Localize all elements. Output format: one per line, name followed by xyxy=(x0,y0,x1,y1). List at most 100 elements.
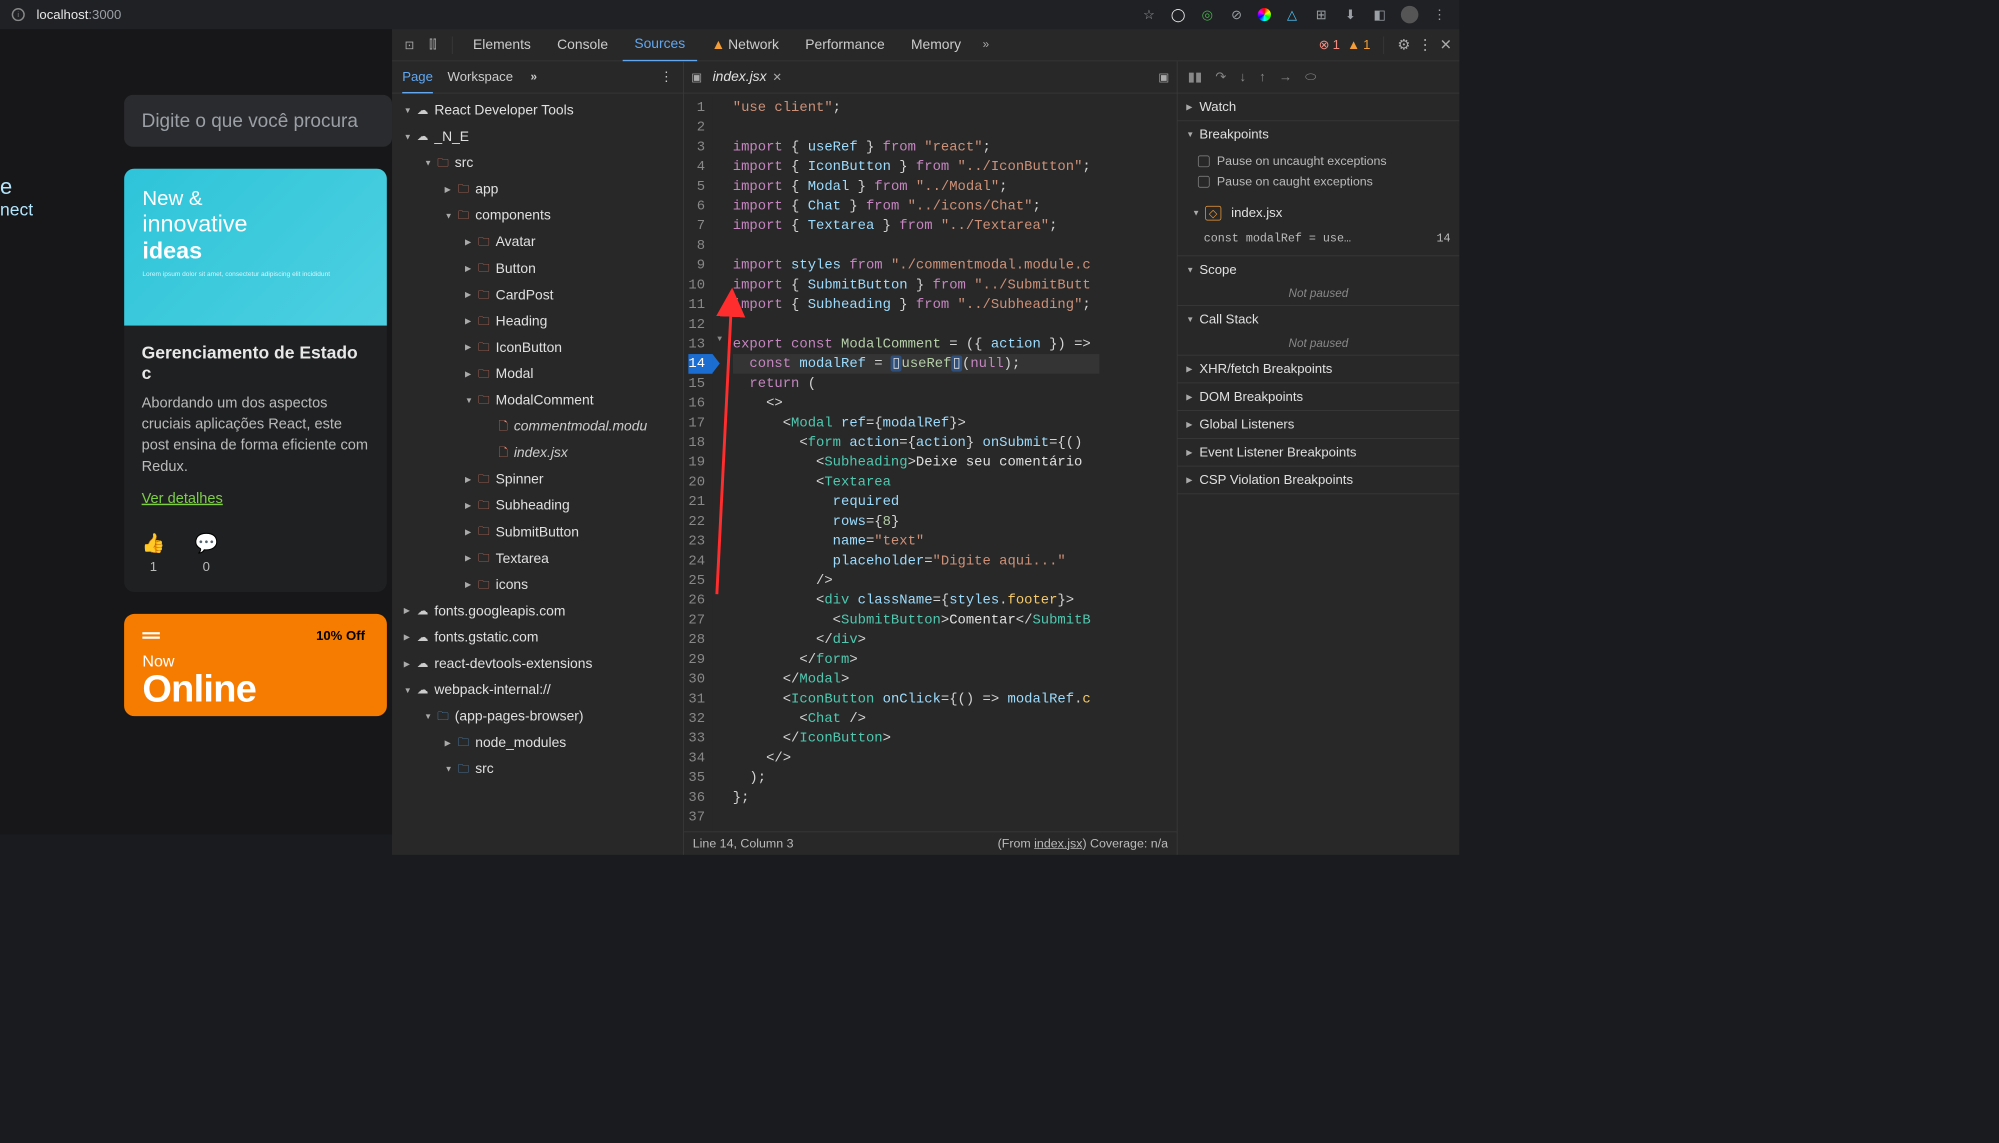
tree-item[interactable]: ▼🗀src xyxy=(392,757,683,783)
extension-icon[interactable] xyxy=(1258,8,1271,21)
extension-icon[interactable]: ◯ xyxy=(1170,7,1186,23)
tree-item[interactable]: ▼☁React Developer Tools xyxy=(392,98,683,124)
device-toggle-icon[interactable]: ⫿⫿ xyxy=(423,35,443,55)
tab-memory[interactable]: Memory xyxy=(899,30,972,61)
tree-item[interactable]: ▶🗀node_modules xyxy=(392,730,683,756)
toggle-nav-icon[interactable]: ▣ xyxy=(691,70,702,85)
tree-item[interactable]: ▶☁fonts.googleapis.com xyxy=(392,598,683,624)
tree-item[interactable]: ▶☁react-devtools-extensions xyxy=(392,651,683,677)
tree-item[interactable]: ▶🗀Textarea xyxy=(392,546,683,572)
nav-tab-workspace[interactable]: Workspace xyxy=(448,62,513,92)
toggle-debugger-icon[interactable]: ▣ xyxy=(1158,70,1169,85)
tree-item[interactable]: ▶🗀Avatar xyxy=(392,230,683,256)
tree-item-label: React Developer Tools xyxy=(434,98,573,124)
close-tab-icon[interactable]: ✕ xyxy=(772,70,782,85)
folder-outline-icon: 🗀 xyxy=(437,706,449,728)
section-dom-bp[interactable]: ▶DOM Breakpoints xyxy=(1177,383,1459,410)
tree-item[interactable]: ▶🗀Spinner xyxy=(392,467,683,493)
tree-item[interactable]: ▶🗀Button xyxy=(392,256,683,282)
post-card: New & innovativeideas Lorem ipsum dolor … xyxy=(124,169,387,592)
pause-uncaught-checkbox[interactable]: Pause on uncaught exceptions xyxy=(1198,151,1451,171)
folder-icon: 🗀 xyxy=(478,548,490,570)
tree-item[interactable]: 🗋commentmodal.modu xyxy=(392,414,683,440)
more-tabs-icon[interactable]: » xyxy=(976,35,996,55)
tree-item[interactable]: ▶🗀SubmitButton xyxy=(392,519,683,545)
comment-icon[interactable]: 💬 xyxy=(194,532,218,555)
line-gutter[interactable]: 1234567891011121314151617181920212223242… xyxy=(684,93,712,831)
warning-count[interactable]: ▲ 1 xyxy=(1347,37,1370,52)
fold-gutter[interactable]: ▼ xyxy=(712,93,727,831)
tree-item[interactable]: ▼🗀src xyxy=(392,151,683,177)
breakpoint-file-group[interactable]: ▼◇index.jsx xyxy=(1177,199,1459,226)
tree-item[interactable]: ▶🗀Heading xyxy=(392,309,683,335)
tree-item[interactable]: ▶🗀app xyxy=(392,177,683,203)
tree-item-label: webpack-internal:// xyxy=(434,677,550,703)
step-into-icon[interactable]: ↓ xyxy=(1239,69,1246,84)
tree-item[interactable]: ▼🗀components xyxy=(392,203,683,229)
section-xhr-bp[interactable]: ▶XHR/fetch Breakpoints xyxy=(1177,356,1459,383)
pause-icon[interactable]: ▮▮ xyxy=(1188,69,1202,84)
tree-item-label: node_modules xyxy=(475,730,566,756)
tree-item[interactable]: ▶🗀icons xyxy=(392,572,683,598)
tree-item[interactable]: ▶🗀Modal xyxy=(392,361,683,387)
tab-network[interactable]: ▲Network xyxy=(700,30,791,61)
tree-item[interactable]: ▶☁fonts.gstatic.com xyxy=(392,625,683,651)
tree-item[interactable]: ▼🗀ModalComment xyxy=(392,388,683,414)
section-scope[interactable]: ▼Scope xyxy=(1177,256,1459,283)
section-global-listeners[interactable]: ▶Global Listeners xyxy=(1177,411,1459,438)
deactivate-bp-icon[interactable]: ⬭ xyxy=(1305,69,1316,84)
tree-item[interactable]: ▼🗀(app-pages-browser) xyxy=(392,704,683,730)
code-content[interactable]: "use client"; import { useRef } from "re… xyxy=(727,93,1099,831)
section-csp-bp[interactable]: ▶CSP Violation Breakpoints xyxy=(1177,466,1459,493)
card-details-link[interactable]: Ver detalhes xyxy=(142,491,223,508)
kebab-menu-icon[interactable]: ⋮ xyxy=(1418,36,1433,54)
section-breakpoints[interactable]: ▼Breakpoints xyxy=(1177,121,1459,148)
extensions-icon[interactable]: ⊞ xyxy=(1313,7,1329,23)
close-icon[interactable]: ✕ xyxy=(1440,36,1452,54)
editor-tab[interactable]: index.jsx xyxy=(713,69,767,85)
tree-item-label: ModalComment xyxy=(496,388,594,414)
pause-caught-checkbox[interactable]: Pause on caught exceptions xyxy=(1198,172,1451,192)
nav-tab-page[interactable]: Page xyxy=(402,62,433,93)
tree-item[interactable]: ▼☁_N_E xyxy=(392,124,683,150)
nav-more-icon[interactable]: » xyxy=(531,70,538,83)
tree-item[interactable]: ▶🗀CardPost xyxy=(392,282,683,308)
tab-performance[interactable]: Performance xyxy=(794,30,897,61)
panel-icon[interactable]: ◧ xyxy=(1372,7,1388,23)
extension-icon[interactable]: ◎ xyxy=(1199,7,1215,23)
tab-console[interactable]: Console xyxy=(545,30,619,61)
tab-elements[interactable]: Elements xyxy=(461,30,542,61)
tree-item-label: Modal xyxy=(496,361,534,387)
step-over-icon[interactable]: ↷ xyxy=(1215,69,1226,84)
section-callstack[interactable]: ▼Call Stack xyxy=(1177,306,1459,333)
extension-icon[interactable]: ⊘ xyxy=(1229,7,1245,23)
tab-sources[interactable]: Sources xyxy=(623,29,697,61)
download-icon[interactable]: ⬇ xyxy=(1342,7,1358,23)
file-tree[interactable]: ▼☁React Developer Tools▼☁_N_E▼🗀src▶🗀app▼… xyxy=(392,93,683,854)
tree-item[interactable]: ▶🗀Subheading xyxy=(392,493,683,519)
tree-item[interactable]: ▼☁webpack-internal:// xyxy=(392,677,683,703)
avatar-icon[interactable] xyxy=(1401,6,1419,24)
step-icon[interactable]: → xyxy=(1279,69,1292,84)
tree-item-label: IconButton xyxy=(496,335,562,361)
star-icon[interactable]: ☆ xyxy=(1141,7,1157,23)
menu-icon[interactable]: ⋮ xyxy=(1432,7,1448,23)
inspect-icon[interactable]: ⊡ xyxy=(399,35,419,55)
nav-menu-icon[interactable]: ⋮ xyxy=(660,69,673,84)
folder-icon: 🗀 xyxy=(478,284,490,306)
tree-item[interactable]: ▶🗀IconButton xyxy=(392,335,683,361)
thumb-up-icon[interactable]: 👍 xyxy=(142,532,166,555)
error-count[interactable]: ⊗ 1 xyxy=(1319,37,1340,52)
settings-icon[interactable]: ⚙ xyxy=(1397,36,1410,54)
tree-item[interactable]: 🗋index.jsx xyxy=(392,440,683,466)
section-watch[interactable]: ▶Watch xyxy=(1177,93,1459,120)
breakpoint-entry[interactable]: const modalRef = use…14 xyxy=(1198,229,1451,248)
extension-icon[interactable]: △ xyxy=(1284,7,1300,23)
search-input[interactable]: Digite o que você procura xyxy=(124,95,392,147)
card-hero-image: New & innovativeideas Lorem ipsum dolor … xyxy=(124,169,387,326)
step-out-icon[interactable]: ↑ xyxy=(1259,69,1266,84)
section-event-bp[interactable]: ▶Event Listener Breakpoints xyxy=(1177,439,1459,466)
site-info-icon[interactable]: i xyxy=(12,8,25,21)
tree-item-label: fonts.googleapis.com xyxy=(434,598,565,624)
url-display[interactable]: localhost:3000 xyxy=(37,7,122,22)
